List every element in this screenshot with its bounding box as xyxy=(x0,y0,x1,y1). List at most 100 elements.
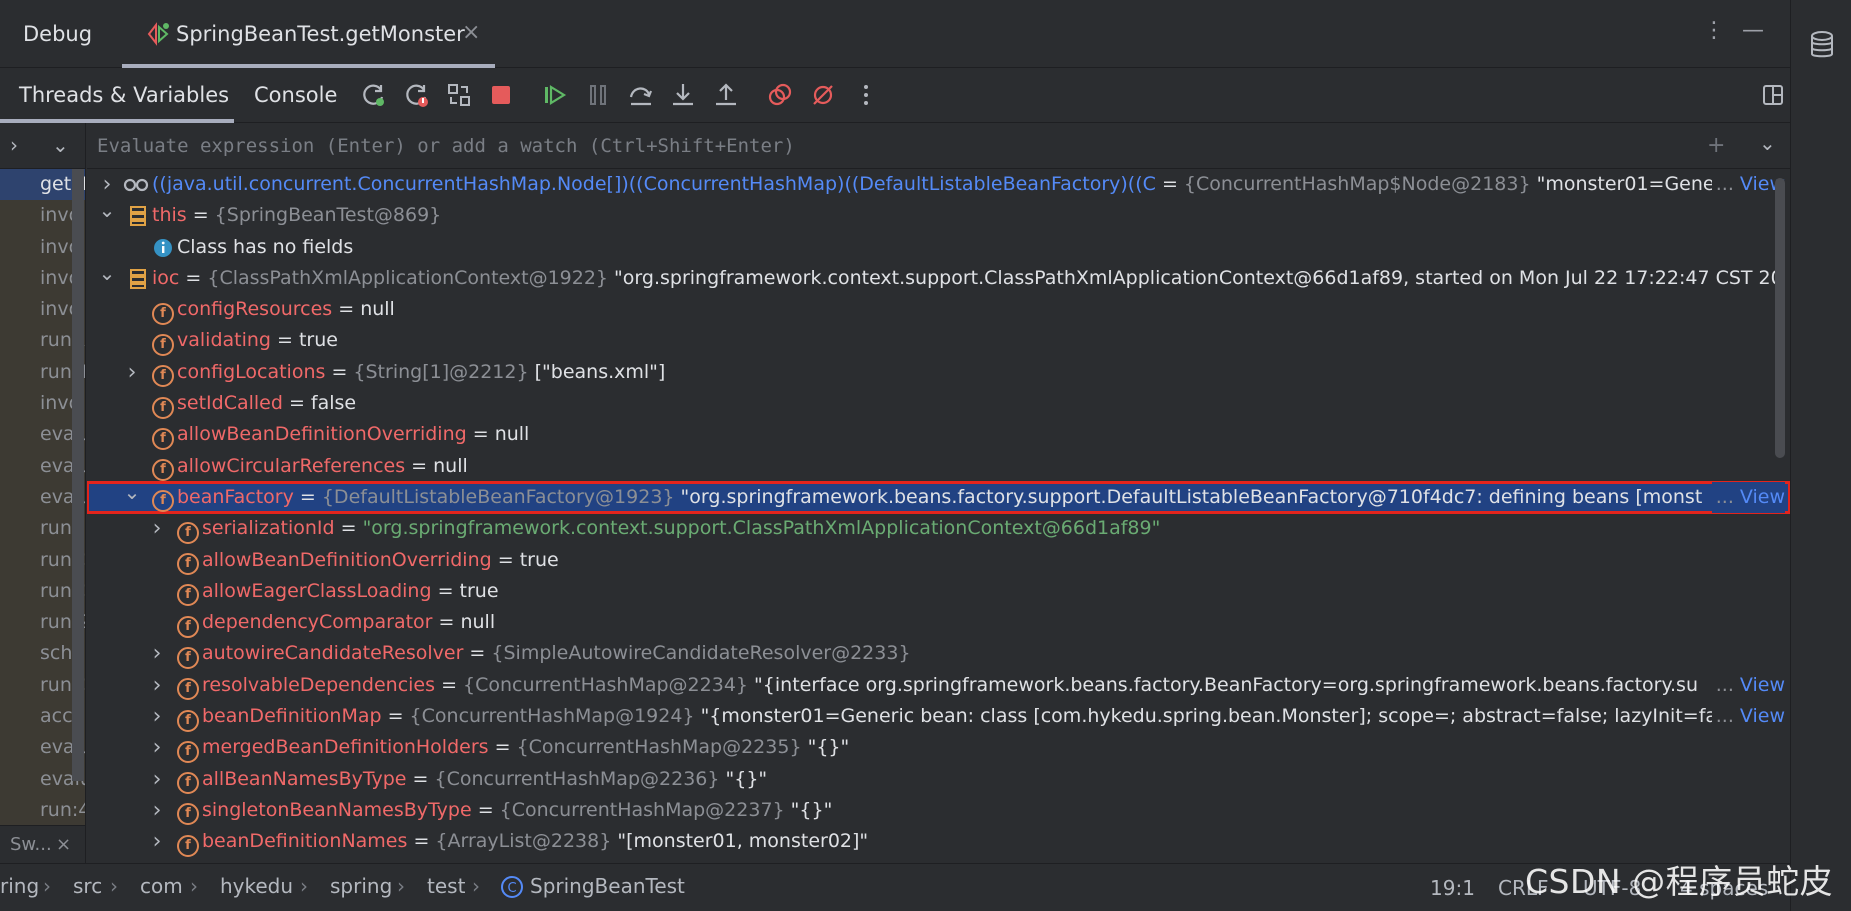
close-tab-icon[interactable]: × xyxy=(462,20,480,45)
cursor-position[interactable]: 19:1 xyxy=(1430,876,1475,900)
variable-row[interactable]: ⌄ f beanFactory = {DefaultListableBeanFact… xyxy=(87,480,1790,515)
variable-row[interactable]: › ((java.util.concurrent.ConcurrentHashMa… xyxy=(87,169,1790,200)
variable-row[interactable]: f allowBeanDefinitionOverriding = null xyxy=(87,419,1790,450)
variable-row[interactable]: › f resolvableDependencies = {ConcurrentHa… xyxy=(87,669,1790,701)
variable-row[interactable]: › f serializationId = "org.springframework… xyxy=(87,513,1790,544)
chevron-right-icon[interactable]: › xyxy=(147,638,167,669)
chevron-down-icon[interactable]: ⌄ xyxy=(52,133,69,157)
step-out-icon[interactable] xyxy=(711,80,741,110)
chevron-right-icon[interactable]: › xyxy=(147,826,167,857)
view-link-label: View xyxy=(1739,705,1785,728)
variable-row[interactable]: f setIdCalled = false xyxy=(87,388,1790,419)
variable-value: null xyxy=(460,611,496,634)
breadcrumb-item[interactable]: hykedu xyxy=(220,874,293,898)
variable-row[interactable]: f allowBeanDefinitionOverriding = true xyxy=(87,545,1790,576)
breadcrumb-item[interactable]: src xyxy=(73,874,102,898)
more-icon[interactable] xyxy=(851,80,881,110)
frames-panel: › ⌄ getMinvolinvolinvolinvolrunRrun:1inv… xyxy=(0,123,86,863)
resume-icon[interactable] xyxy=(540,80,570,110)
variable-content: allowEagerClassLoading = true xyxy=(202,576,499,607)
rerun-icon[interactable] xyxy=(359,80,389,110)
variable-type: {ConcurrentHashMap@2235} xyxy=(516,736,802,759)
breadcrumb-separator-icon: › xyxy=(300,874,308,898)
chevron-down-icon[interactable]: ⌄ xyxy=(97,195,117,226)
view-breakpoints-icon[interactable] xyxy=(765,80,795,110)
pause-icon[interactable] xyxy=(583,80,613,110)
frames-header: › ⌄ xyxy=(0,123,85,169)
variable-row[interactable]: › f configLocations = {String[1]@2212} ["b… xyxy=(87,357,1790,388)
frame-item[interactable]: run:4 xyxy=(0,794,85,827)
variable-row[interactable]: Class has no fields xyxy=(87,232,1790,263)
variable-row[interactable]: › f beanDefinitionNames = {ArrayList@2238}… xyxy=(87,826,1790,857)
breadcrumb-item[interactable]: test xyxy=(427,874,465,898)
ellipsis: ... xyxy=(1715,673,1740,696)
variable-row[interactable]: › f autowireCandidateResolver = {SimpleAut… xyxy=(87,638,1790,669)
tab-console[interactable]: Console xyxy=(254,68,337,123)
view-link[interactable]: ... View xyxy=(1711,701,1785,733)
chevron-right-icon[interactable]: › xyxy=(147,764,167,795)
breadcrumb-item[interactable]: spring xyxy=(330,874,392,898)
ellipsis: ... xyxy=(1715,485,1740,508)
variable-row[interactable]: › f allBeanNamesByType = {ConcurrentHashMa… xyxy=(87,764,1790,795)
equals-sign: = xyxy=(186,204,215,227)
minimize-icon[interactable]: — xyxy=(1742,18,1764,43)
variable-row[interactable]: › f singletonBeanNamesByType = {Concurrent… xyxy=(87,795,1790,826)
variable-value: "{interface org.springframework.beans.fa… xyxy=(748,673,1698,696)
breadcrumb-item[interactable]: ring xyxy=(0,874,39,898)
stop-icon[interactable] xyxy=(486,80,516,110)
view-link[interactable]: ... View xyxy=(1711,169,1785,200)
variable-content: beanDefinitionNames = {ArrayList@2238} "… xyxy=(202,826,868,857)
variable-row[interactable]: f allowEagerClassLoading = true xyxy=(87,576,1790,607)
field-icon: f xyxy=(152,423,174,450)
variable-content: autowireCandidateResolver = {SimpleAutow… xyxy=(202,638,911,669)
chevron-down-icon[interactable]: ⌄ xyxy=(122,477,142,508)
field-icon: f xyxy=(177,705,199,732)
layout-options-icon[interactable] xyxy=(1758,80,1788,110)
variable-type: {ConcurrentHashMap@2236} xyxy=(434,767,720,790)
view-link-label: View xyxy=(1739,485,1785,508)
view-link[interactable]: ... View xyxy=(1711,481,1785,513)
tab-threads-variables[interactable]: Threads & Variables xyxy=(0,68,234,123)
variable-value: null xyxy=(360,298,395,321)
variable-row[interactable]: ⌄ this = {SpringBeanTest@869} xyxy=(87,198,1790,231)
variable-row[interactable]: f validating = true xyxy=(87,325,1790,356)
chevron-right-icon[interactable]: › xyxy=(147,701,167,732)
variable-row[interactable]: ⌄ ioc = {ClassPathXmlApplicationContext@1… xyxy=(87,261,1790,294)
database-icon[interactable] xyxy=(1809,30,1835,65)
variable-row[interactable]: f allowCircularReferences = null xyxy=(87,451,1790,482)
variable-row[interactable]: f configResources = null xyxy=(87,294,1790,325)
evaluate-expression-input[interactable] xyxy=(97,131,1677,161)
view-link[interactable]: ... View xyxy=(1711,669,1785,701)
restore-layout-icon[interactable] xyxy=(444,80,474,110)
chevron-right-icon[interactable]: › xyxy=(122,357,142,388)
variable-value: "{}" xyxy=(719,767,768,790)
equals-sign: = xyxy=(466,423,495,446)
variable-row[interactable]: f dependencyComparator = null xyxy=(87,607,1790,638)
chevron-right-icon[interactable]: › xyxy=(147,670,167,701)
chevron-right-icon[interactable]: › xyxy=(147,732,167,763)
session-tab[interactable]: SpringBeanTest.getMonster × xyxy=(122,0,495,68)
add-watch-icon[interactable]: + xyxy=(1707,133,1725,158)
variable-type: {ConcurrentHashMap@2234} xyxy=(463,673,749,696)
equals-sign: = xyxy=(406,767,435,790)
close-icon[interactable]: × xyxy=(56,834,71,855)
chevron-right-icon[interactable]: › xyxy=(147,513,167,544)
variable-row[interactable]: › f mergedBeanDefinitionHolders = {Concurr… xyxy=(87,732,1790,763)
chevron-down-icon[interactable]: ⌄ xyxy=(1759,131,1776,155)
step-over-icon[interactable] xyxy=(626,80,656,110)
more-options-icon[interactable]: ⋮ xyxy=(1703,18,1725,43)
switch-frames-label[interactable]: Sw... xyxy=(10,834,52,855)
step-into-icon[interactable] xyxy=(668,80,698,110)
chevron-right-icon[interactable]: › xyxy=(10,133,18,157)
variables-scrollbar[interactable] xyxy=(1775,178,1785,458)
variable-row[interactable]: › f beanDefinitionMap = {ConcurrentHashMap… xyxy=(87,701,1790,733)
chevron-down-icon[interactable]: ⌄ xyxy=(97,258,117,289)
variable-name: singletonBeanNamesByType xyxy=(202,798,472,821)
breadcrumb-item[interactable]: SpringBeanTest xyxy=(530,874,685,898)
chevron-right-icon[interactable]: › xyxy=(147,795,167,826)
frames-scrollbar[interactable] xyxy=(72,169,84,781)
variable-value: "{monster01=Generic bean: class [com.hyk… xyxy=(694,705,1723,728)
breadcrumb-item[interactable]: com xyxy=(140,874,183,898)
mute-breakpoints-icon[interactable] xyxy=(808,80,838,110)
rerun-with-error-icon[interactable] xyxy=(402,80,432,110)
